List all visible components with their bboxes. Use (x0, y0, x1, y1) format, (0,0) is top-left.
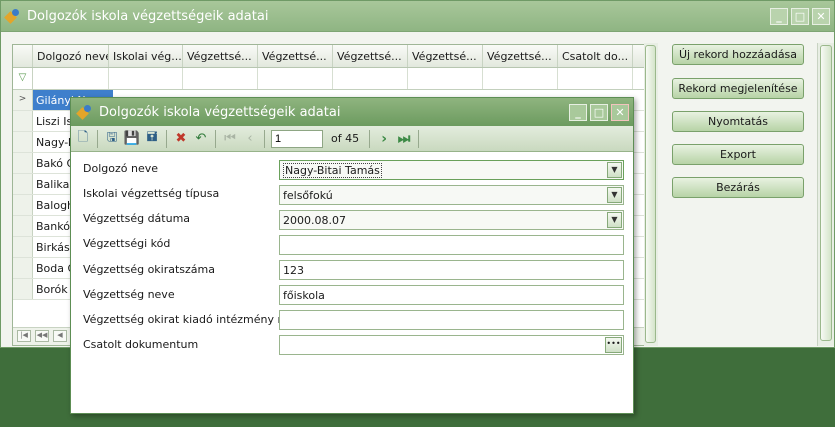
grid-header: Dolgozó neve Iskolai vég... Végzettsé...… (13, 45, 653, 68)
column-header[interactable]: Végzettsé... (183, 45, 258, 67)
chevron-down-icon[interactable]: ▼ (607, 162, 622, 178)
column-header[interactable]: Dolgozó neve (33, 45, 109, 67)
prev-page-icon[interactable]: ◀◀ (35, 330, 49, 342)
cert-no-label: Végzettség okiratszáma (83, 263, 215, 276)
undo-icon[interactable]: ↶ (193, 131, 209, 147)
attachment-field[interactable]: ••• (279, 335, 624, 355)
edu-date-picker[interactable]: 2000.08.07 ▼ (279, 210, 624, 230)
app-icon (77, 104, 93, 120)
main-title: Dolgozók iskola végzettségeik adatai (27, 8, 269, 24)
save-close-icon[interactable]: 🖬 (144, 130, 160, 147)
edu-name-label: Végzettség neve (83, 288, 175, 301)
column-header[interactable]: Végzettsé... (333, 45, 408, 67)
first-record-icon[interactable]: |◀ (17, 330, 31, 342)
main-titlebar: Dolgozók iskola végzettségeik adatai _ □… (1, 1, 834, 32)
new-record-icon[interactable]: 🗋 (75, 130, 91, 147)
edu-date-label: Végzettség dátuma (83, 212, 191, 225)
last-record-icon[interactable]: ⏭ (396, 131, 412, 147)
issuer-label: Végzettség okirat kiadó intézmény neve (83, 313, 305, 326)
add-record-button[interactable]: Új rekord hozzáadása (672, 44, 804, 65)
print-button[interactable]: Nyomtatás (672, 111, 804, 132)
dialog-titlebar: Dolgozók iskola végzettségeik adatai _ □… (71, 98, 633, 126)
export-button[interactable]: Export (672, 144, 804, 165)
chevron-down-icon[interactable]: ▼ (607, 187, 622, 203)
close-button[interactable]: ✕ (611, 103, 629, 121)
save-new-icon[interactable]: 🖫 (104, 130, 120, 147)
close-button[interactable]: ✕ (812, 7, 830, 25)
next-record-icon[interactable]: › (376, 131, 392, 147)
show-record-button[interactable]: Rekord megjelenítése (672, 78, 804, 99)
attachment-label: Csatolt dokumentum (83, 338, 199, 351)
close-form-button[interactable]: Bezárás (672, 177, 804, 198)
column-header[interactable]: Végzettsé... (408, 45, 483, 67)
edu-date-value: 2000.08.07 (283, 214, 346, 227)
edu-type-combo[interactable]: felsőfokú ▼ (279, 185, 624, 205)
main-vertical-scrollbar[interactable] (817, 43, 834, 346)
binding-navigator: 🗋 🖫 💾 🖬 ✖ ↶ ⏮ ‹ of 45 › ⏭ (71, 126, 633, 152)
edu-type-label: Iskolai végzettség típusa (83, 187, 220, 200)
position-input[interactable] (271, 129, 323, 148)
grid-vertical-scrollbar[interactable] (644, 43, 658, 346)
record-dialog: Dolgozók iskola végzettségeik adatai _ □… (70, 97, 634, 414)
row-indicator-icon: > (13, 90, 33, 110)
record-count-label: of 45 (331, 132, 360, 145)
maximize-button[interactable]: □ (791, 7, 809, 25)
cert-no-field[interactable]: 123 (279, 260, 624, 280)
edu-type-value: felsőfokú (283, 189, 333, 202)
column-header[interactable]: Csatolt do... (558, 45, 633, 67)
chevron-down-icon[interactable]: ▼ (607, 212, 622, 228)
column-header[interactable]: Végzettsé... (258, 45, 333, 67)
dialog-title: Dolgozók iskola végzettségeik adatai (99, 104, 341, 120)
prev-record-icon[interactable]: ‹ (242, 131, 258, 147)
maximize-button[interactable]: □ (590, 103, 608, 121)
edu-name-field[interactable]: főiskola (279, 285, 624, 305)
edu-code-field[interactable] (279, 235, 624, 255)
app-icon (5, 8, 21, 24)
employee-value: Nagy-Bitai Tamás (283, 163, 382, 178)
filter-row[interactable]: ▽ (13, 68, 653, 90)
column-header[interactable]: Végzettsé... (483, 45, 558, 67)
prev-record-icon[interactable]: ◀ (53, 330, 67, 342)
delete-icon[interactable]: ✖ (173, 131, 189, 147)
minimize-button[interactable]: _ (770, 7, 788, 25)
first-record-icon[interactable]: ⏮ (222, 131, 238, 147)
employee-label: Dolgozó neve (83, 162, 158, 175)
issuer-field[interactable] (279, 310, 624, 330)
filter-icon: ▽ (13, 68, 33, 89)
minimize-button[interactable]: _ (569, 103, 587, 121)
column-header[interactable]: Iskolai vég... (109, 45, 183, 67)
edu-code-label: Végzettségi kód (83, 237, 171, 250)
save-icon[interactable]: 💾 (124, 131, 140, 147)
employee-combo[interactable]: Nagy-Bitai Tamás ▼ (279, 160, 624, 180)
browse-icon[interactable]: ••• (605, 337, 622, 353)
